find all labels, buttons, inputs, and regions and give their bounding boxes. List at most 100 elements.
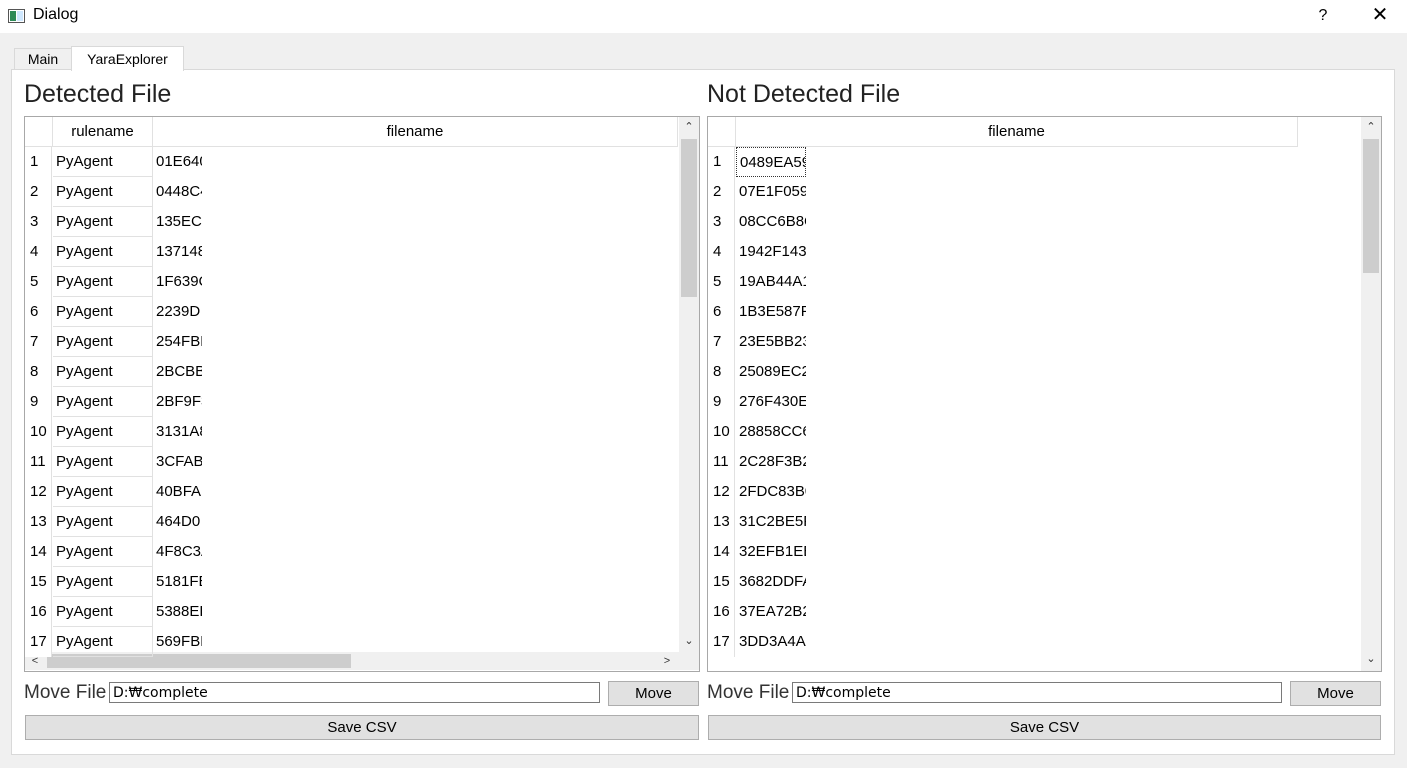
rulename-cell[interactable]: PyAgent [53, 537, 153, 567]
filename-cell[interactable]: 01E640 [153, 147, 202, 177]
row-number[interactable]: 10 [708, 417, 735, 447]
row-number[interactable]: 5 [708, 267, 735, 297]
row-number[interactable]: 13 [708, 507, 735, 537]
filename-cell[interactable]: 1942F143 [736, 237, 806, 267]
filename-cell[interactable]: 5388EE [153, 597, 202, 627]
row-number[interactable]: 4 [708, 237, 735, 267]
filename-cell[interactable]: 0489EA59 [736, 147, 806, 177]
filename-cell[interactable]: 464D0 [153, 507, 202, 537]
row-number[interactable]: 5 [25, 267, 52, 297]
scroll-down-arrow-icon[interactable]: ⌄ [1361, 649, 1381, 669]
row-number[interactable]: 1 [708, 147, 735, 177]
filename-cell[interactable]: 3131A8 [153, 417, 202, 447]
rulename-cell[interactable]: PyAgent [53, 567, 153, 597]
rulename-cell[interactable]: PyAgent [53, 507, 153, 537]
not-detected-move-path-input[interactable] [792, 682, 1282, 703]
filename-cell[interactable]: 23E5BB23 [736, 327, 806, 357]
row-number[interactable]: 12 [25, 477, 52, 507]
row-number[interactable]: 7 [25, 327, 52, 357]
rulename-cell[interactable]: PyAgent [53, 477, 153, 507]
row-number[interactable]: 9 [708, 387, 735, 417]
rulename-cell[interactable]: PyAgent [53, 147, 153, 177]
filename-cell[interactable]: 08CC6B8C [736, 207, 806, 237]
rulename-cell[interactable]: PyAgent [53, 387, 153, 417]
rulename-cell[interactable]: PyAgent [53, 177, 153, 207]
filename-cell[interactable]: 276F430E [736, 387, 806, 417]
filename-cell[interactable]: 19AB44A1 [736, 267, 806, 297]
filename-cell[interactable]: 2BF9F3 [153, 387, 202, 417]
tab-yaraexplorer[interactable]: YaraExplorer [71, 46, 184, 71]
row-number[interactable]: 8 [25, 357, 52, 387]
filename-cell[interactable]: 40BFAD [153, 477, 202, 507]
filename-cell[interactable]: 1B3E587F [736, 297, 806, 327]
rulename-cell[interactable]: PyAgent [53, 207, 153, 237]
row-number[interactable]: 4 [25, 237, 52, 267]
scroll-up-arrow-icon[interactable]: ⌃ [1361, 117, 1381, 137]
scroll-up-arrow-icon[interactable]: ⌃ [679, 117, 699, 137]
tab-main[interactable]: Main [14, 48, 72, 70]
scroll-right-arrow-icon[interactable]: > [657, 652, 677, 670]
filename-cell[interactable]: 31C2BE5F [736, 507, 806, 537]
help-button[interactable]: ? [1300, 0, 1346, 33]
row-number[interactable]: 3 [25, 207, 52, 237]
filename-cell[interactable]: 254FBE [153, 327, 202, 357]
detected-vertical-scrollbar[interactable]: ⌃ ⌄ [679, 117, 699, 653]
scrollbar-thumb[interactable] [1363, 139, 1379, 273]
row-number[interactable]: 14 [25, 537, 52, 567]
row-number[interactable]: 17 [708, 627, 735, 657]
rulename-cell[interactable]: PyAgent [53, 597, 153, 627]
scrollbar-thumb[interactable] [681, 139, 697, 297]
row-number[interactable]: 12 [708, 477, 735, 507]
filename-cell[interactable]: 569FBE [153, 627, 202, 657]
filename-cell[interactable]: 3CFAB [153, 447, 202, 477]
filename-cell[interactable]: 0448C4 [153, 177, 202, 207]
rulename-cell[interactable]: PyAgent [53, 297, 153, 327]
filename-cell[interactable]: 2C28F3B2 [736, 447, 806, 477]
filename-header[interactable]: filename [153, 117, 678, 147]
not-detected-file-table[interactable]: filename ⌃ ⌄ 10489EA59207E1F059308CC6B8C… [707, 116, 1382, 672]
row-number[interactable]: 16 [708, 597, 735, 627]
rulename-cell[interactable]: PyAgent [53, 447, 153, 477]
row-number[interactable]: 9 [25, 387, 52, 417]
filename-cell[interactable]: 3DD3A4A [736, 627, 806, 657]
detected-file-table[interactable]: rulename filename ⌃ ⌄ < > 1PyAgent01E640… [24, 116, 700, 672]
detected-save-csv-button[interactable]: Save CSV [25, 715, 699, 740]
filename-header[interactable]: filename [736, 117, 1298, 147]
row-number[interactable]: 15 [25, 567, 52, 597]
row-number[interactable]: 3 [708, 207, 735, 237]
filename-cell[interactable]: 1F639C [153, 267, 202, 297]
filename-cell[interactable]: 2FDC83B0 [736, 477, 806, 507]
row-number[interactable]: 6 [708, 297, 735, 327]
row-number[interactable]: 13 [25, 507, 52, 537]
row-number[interactable]: 7 [708, 327, 735, 357]
rulename-cell[interactable]: PyAgent [53, 327, 153, 357]
filename-cell[interactable]: 4F8C3A [153, 537, 202, 567]
detected-move-button[interactable]: Move [608, 681, 699, 706]
scroll-down-arrow-icon[interactable]: ⌄ [679, 631, 699, 651]
row-number[interactable]: 17 [25, 627, 52, 657]
rulename-cell[interactable]: PyAgent [53, 627, 153, 657]
rulename-cell[interactable]: PyAgent [53, 357, 153, 387]
row-number[interactable]: 1 [25, 147, 52, 177]
filename-cell[interactable]: 135ECA [153, 207, 202, 237]
row-number[interactable]: 16 [25, 597, 52, 627]
row-number[interactable]: 2 [25, 177, 52, 207]
row-number[interactable]: 10 [25, 417, 52, 447]
row-number[interactable]: 2 [708, 177, 735, 207]
row-number[interactable]: 11 [708, 447, 735, 477]
row-number[interactable]: 14 [708, 537, 735, 567]
rulename-cell[interactable]: PyAgent [53, 237, 153, 267]
filename-cell[interactable]: 5181FE [153, 567, 202, 597]
filename-cell[interactable]: 2239D [153, 297, 202, 327]
detected-move-path-input[interactable] [109, 682, 600, 703]
filename-cell[interactable]: 3682DDFA [736, 567, 806, 597]
not-detected-vertical-scrollbar[interactable]: ⌃ ⌄ [1361, 117, 1381, 671]
close-button[interactable]: ✕ [1357, 0, 1403, 33]
row-number[interactable]: 15 [708, 567, 735, 597]
row-number[interactable]: 11 [25, 447, 52, 477]
filename-cell[interactable]: 07E1F059 [736, 177, 806, 207]
row-number[interactable]: 8 [708, 357, 735, 387]
filename-cell[interactable]: 25089EC2 [736, 357, 806, 387]
not-detected-move-button[interactable]: Move [1290, 681, 1381, 706]
rulename-cell[interactable]: PyAgent [53, 267, 153, 297]
